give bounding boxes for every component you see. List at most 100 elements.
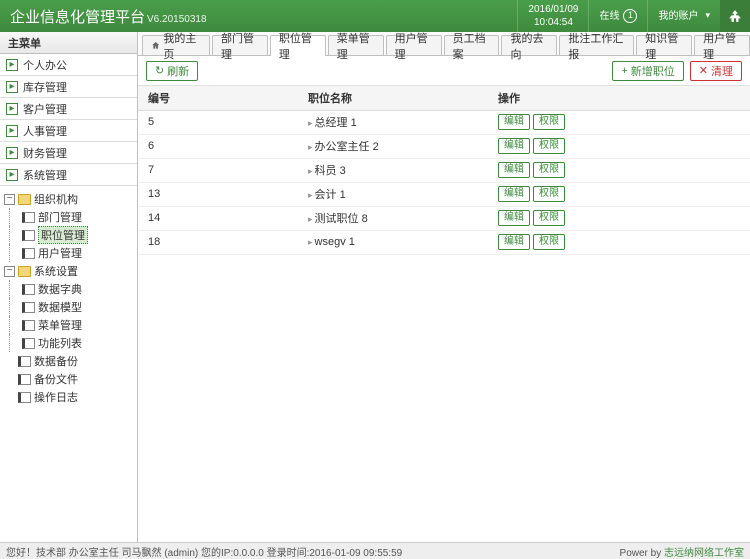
tab[interactable]: 菜单管理 <box>328 35 384 55</box>
tab[interactable]: 职位管理 <box>270 35 326 56</box>
page-icon <box>22 248 35 259</box>
header-account-dropdown[interactable]: 我的账户 ▾ <box>647 0 720 32</box>
add-label: 新增职位 <box>631 63 675 79</box>
menu-label: 系统管理 <box>23 167 67 183</box>
sidebar-tree: −组织机构部门管理职位管理用户管理−系统设置数据字典数据模型菜单管理功能列表数据… <box>0 186 137 542</box>
app-title-text: 企业信息化管理平台 <box>10 6 145 27</box>
expand-icon: ▸ <box>6 59 18 71</box>
tree-node[interactable]: 数据备份 <box>0 352 137 370</box>
page-icon <box>22 302 35 313</box>
tree-node[interactable]: 操作日志 <box>0 388 137 406</box>
tab[interactable]: 我的去向 <box>501 35 557 55</box>
online-count-badge: 1 <box>623 9 637 23</box>
tree-node[interactable]: 数据字典 <box>0 280 137 298</box>
table-row: 7科员 3编辑权限 <box>138 158 750 182</box>
cell-name: 办公室主任 2 <box>298 134 488 158</box>
toolbar: ↻ 刷新 + 新增职位 ✕ 清理 <box>138 56 750 86</box>
sidebar-menu-item[interactable]: ▸ 系统管理 <box>0 164 137 186</box>
tab[interactable]: 我的主页 <box>142 35 210 55</box>
perm-button[interactable]: 权限 <box>533 138 565 154</box>
cell-id: 5 <box>138 110 298 134</box>
position-table: 编号 职位名称 操作 5总经理 1编辑权限6办公室主任 2编辑权限7科员 3编辑… <box>138 86 750 255</box>
edit-button[interactable]: 编辑 <box>498 114 530 130</box>
col-header-name: 职位名称 <box>298 86 488 110</box>
cell-name: 科员 3 <box>298 158 488 182</box>
expand-icon: ▸ <box>6 169 18 181</box>
table-row: 5总经理 1 编辑权限 <box>138 110 750 134</box>
tree-node[interactable]: −组织机构 <box>0 190 137 208</box>
refresh-label: 刷新 <box>167 63 189 79</box>
power-link[interactable]: 志远纳网络工作室 <box>664 548 744 559</box>
cell-name: 总经理 1 <box>298 110 488 134</box>
tab[interactable]: 知识管理 <box>636 35 692 55</box>
cell-op: 编辑权限 <box>488 158 750 182</box>
expand-icon: ▸ <box>6 103 18 115</box>
tree-node[interactable]: 数据模型 <box>0 298 137 316</box>
cell-id: 7 <box>138 158 298 182</box>
col-header-id: 编号 <box>138 86 298 110</box>
cell-id: 14 <box>138 206 298 230</box>
perm-button[interactable]: 权限 <box>533 162 565 178</box>
page-icon <box>18 392 31 403</box>
perm-button[interactable]: 权限 <box>533 210 565 226</box>
edit-button[interactable]: 编辑 <box>498 138 530 154</box>
sidebar-menu-item[interactable]: ▸人事管理 <box>0 120 137 142</box>
edit-button[interactable]: 编辑 <box>498 162 530 178</box>
col-header-op: 操作 <box>488 86 750 110</box>
clear-label: 清理 <box>711 63 733 79</box>
tree-label: 职位管理 <box>38 226 88 244</box>
refresh-icon: ↻ <box>155 64 164 77</box>
perm-button[interactable]: 权限 <box>533 234 565 250</box>
tree-node[interactable]: 部门管理 <box>0 208 137 226</box>
cell-op: 编辑权限 <box>488 206 750 230</box>
edit-button[interactable]: 编辑 <box>498 234 530 250</box>
perm-button[interactable]: 权限 <box>533 186 565 202</box>
expand-icon: ▸ <box>6 81 18 93</box>
tree-node[interactable]: −系统设置 <box>0 262 137 280</box>
add-position-button[interactable]: + 新增职位 <box>612 61 683 81</box>
sidebar-menu-item[interactable]: ▸财务管理 <box>0 142 137 164</box>
perm-button[interactable]: 权限 <box>533 114 565 130</box>
tree-node[interactable]: 功能列表 <box>0 334 137 352</box>
header-datetime: 2016/01/09 10:04:54 <box>517 0 588 32</box>
tab[interactable]: 员工档案 <box>444 35 500 55</box>
cell-name: wsegv 1 <box>298 230 488 254</box>
tree-toggle-icon[interactable]: − <box>4 266 15 277</box>
tree-node[interactable]: 职位管理 <box>0 226 137 244</box>
tab[interactable]: 用户管理 <box>694 35 750 55</box>
account-label: 我的账户 <box>658 10 698 23</box>
tab-bar: 我的主页部门管理职位管理菜单管理用户管理员工档案我的去向批注工作汇报知识管理用户… <box>138 32 750 56</box>
tab[interactable]: 用户管理 <box>386 35 442 55</box>
sidebar-menu-item[interactable]: ▸客户管理 <box>0 98 137 120</box>
edit-button[interactable]: 编辑 <box>498 186 530 202</box>
cell-name: 测试职位 8 <box>298 206 488 230</box>
tree-label: 菜单管理 <box>38 317 82 333</box>
sidebar-menu-item[interactable]: ▸库存管理 <box>0 76 137 98</box>
page-icon <box>22 230 35 241</box>
tree-toggle-icon[interactable]: − <box>4 194 15 205</box>
table-row: 6办公室主任 2编辑权限 <box>138 134 750 158</box>
tree-node[interactable]: 备份文件 <box>0 370 137 388</box>
tree-label: 备份文件 <box>34 371 78 387</box>
tree-label: 数据字典 <box>38 281 82 297</box>
cell-op: 编辑权限 <box>488 230 750 254</box>
edit-button[interactable]: 编辑 <box>498 210 530 226</box>
content-area: 我的主页部门管理职位管理菜单管理用户管理员工档案我的去向批注工作汇报知识管理用户… <box>138 32 750 542</box>
app-header: 企业信息化管理平台 V6.20150318 2016/01/09 10:04:5… <box>0 0 750 32</box>
tree-node[interactable]: 用户管理 <box>0 244 137 262</box>
clear-button[interactable]: ✕ 清理 <box>690 61 742 81</box>
tree-node[interactable]: 菜单管理 <box>0 316 137 334</box>
tree-label: 数据模型 <box>38 299 82 315</box>
sidebar-title: 主菜单 <box>0 32 137 54</box>
header-tree-button[interactable] <box>720 0 750 32</box>
sidebar-menu-item[interactable]: ▸个人办公 <box>0 54 137 76</box>
close-icon: ✕ <box>699 64 708 77</box>
tab[interactable]: 部门管理 <box>212 35 268 55</box>
folder-icon <box>18 266 31 277</box>
tree-label: 操作日志 <box>34 389 78 405</box>
refresh-button[interactable]: ↻ 刷新 <box>146 61 198 81</box>
header-online[interactable]: 在线 1 <box>588 0 647 32</box>
folder-icon <box>18 194 31 205</box>
tab[interactable]: 批注工作汇报 <box>559 35 634 55</box>
table-row: 13会计 1编辑权限 <box>138 182 750 206</box>
